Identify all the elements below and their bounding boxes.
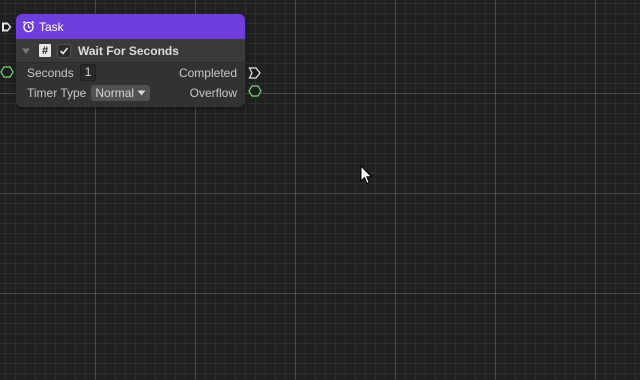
alarm-clock-icon — [22, 20, 35, 33]
overflow-output: Overflow — [190, 86, 237, 100]
timer-type-dropdown[interactable]: Normal — [91, 85, 151, 101]
completed-label: Completed — [178, 66, 237, 80]
timer-type-row: Timer Type Normal — [27, 85, 151, 101]
task-enabled-checkbox[interactable] — [57, 43, 71, 58]
chevron-down-icon — [137, 90, 146, 96]
timer-type-value: Normal — [95, 86, 135, 100]
task-subheader[interactable]: # Wait For Seconds — [16, 39, 245, 63]
completed-exec-port[interactable] — [248, 66, 262, 80]
overflow-label: Overflow — [189, 86, 237, 100]
hash-icon: # — [39, 44, 51, 57]
seconds-label: Seconds — [27, 65, 74, 80]
overflow-output-port[interactable] — [248, 85, 262, 97]
exec-input-port[interactable] — [0, 20, 14, 34]
mouse-cursor-icon — [360, 165, 373, 185]
seconds-field[interactable]: 1 — [79, 64, 97, 81]
node-title: Task — [39, 19, 64, 34]
float-input-port[interactable] — [0, 66, 14, 78]
task-name-label: Wait For Seconds — [78, 43, 179, 58]
task-node[interactable]: Task # Wait For Seconds Seconds 1 Comple… — [16, 14, 245, 107]
checkmark-icon — [59, 46, 69, 55]
seconds-row: Seconds 1 — [27, 64, 97, 81]
completed-output: Completed — [179, 66, 237, 80]
node-header[interactable]: Task — [16, 14, 245, 39]
timer-type-label: Timer Type — [27, 86, 87, 100]
foldout-arrow-icon[interactable] — [21, 46, 31, 56]
